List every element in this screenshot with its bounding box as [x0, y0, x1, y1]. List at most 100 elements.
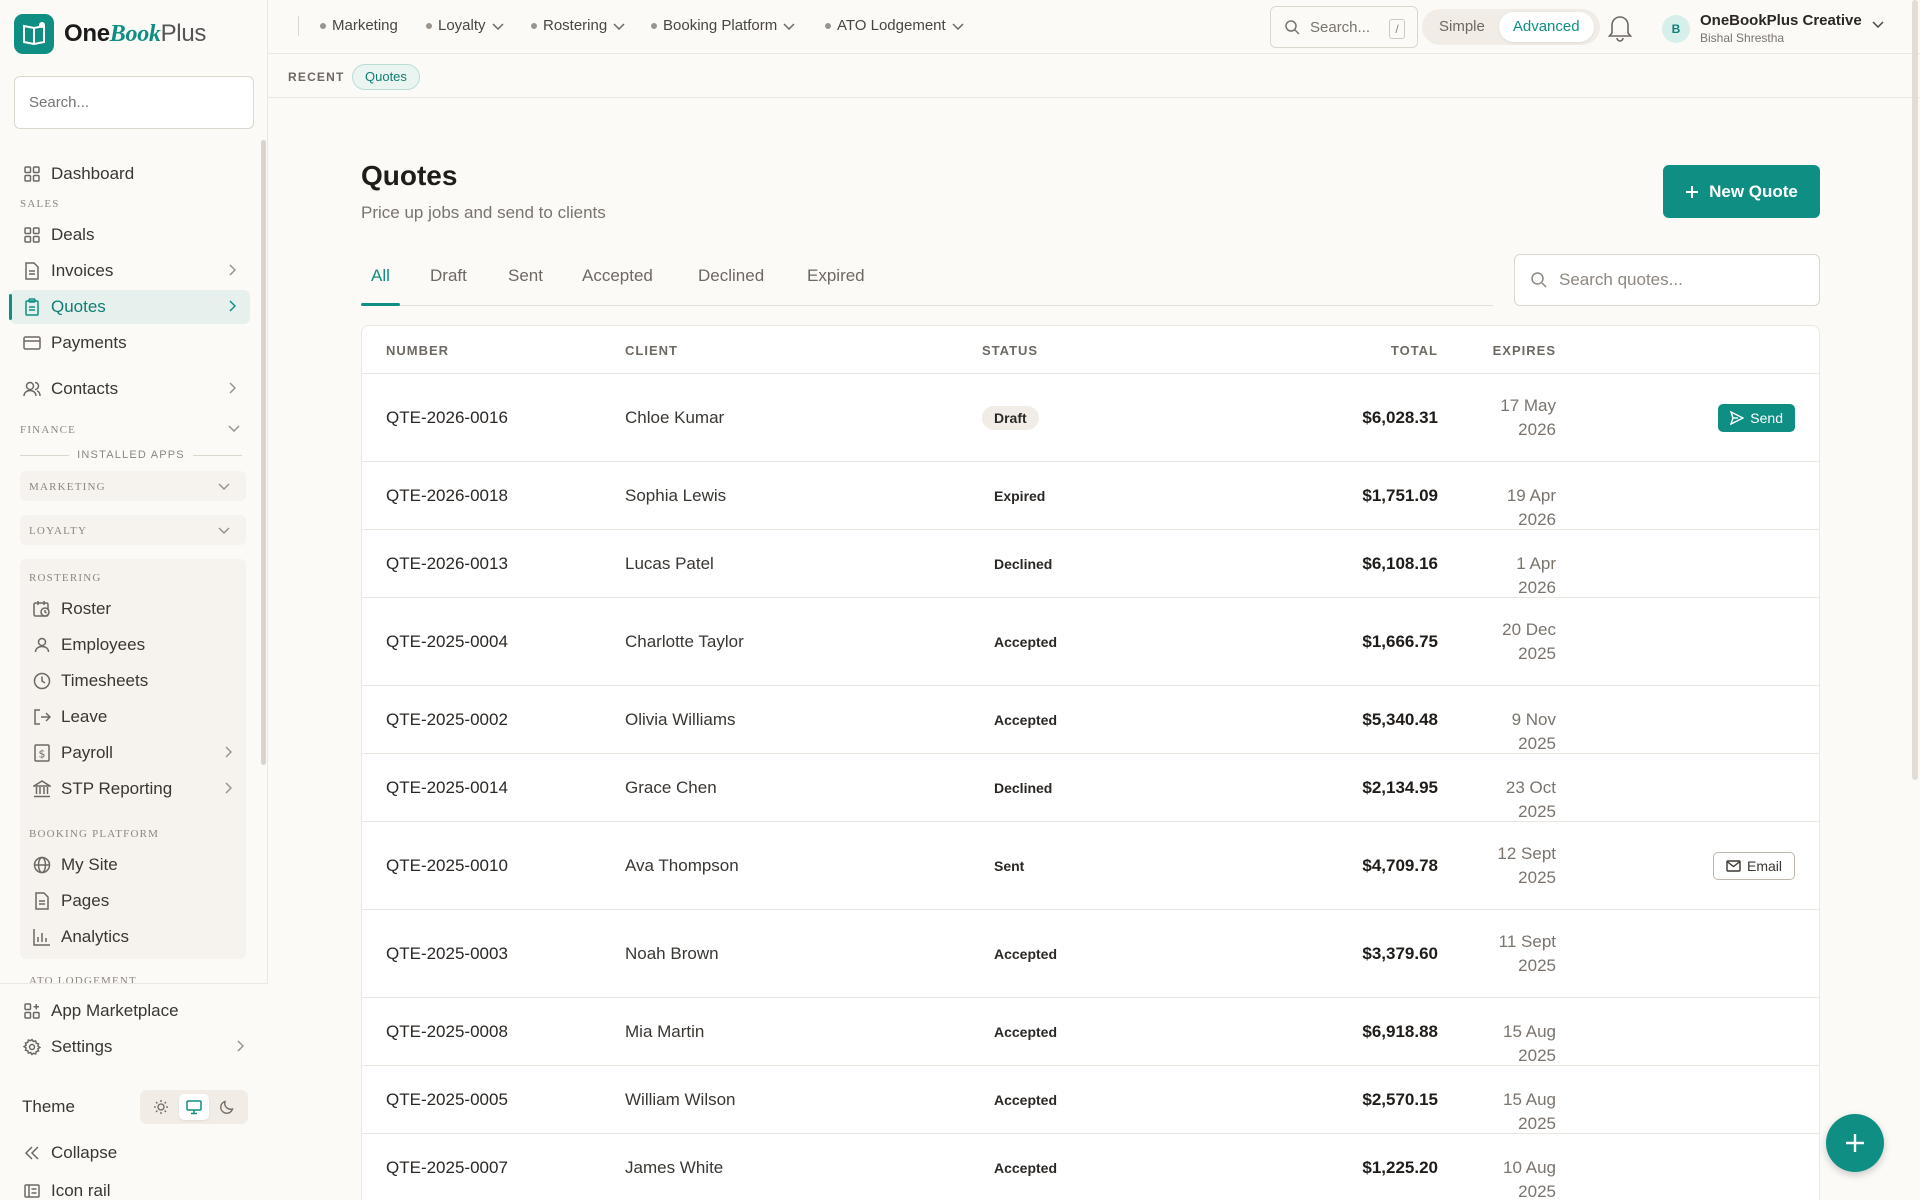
table-row[interactable]: QTE-2026-0016 Chloe Kumar Draft $6,028.31 17…: [362, 374, 1819, 462]
icon-rail-label: Icon rail: [51, 1181, 111, 1200]
icon-rail-button[interactable]: Icon rail: [10, 1174, 250, 1200]
quote-number: QTE-2025-0004: [386, 632, 508, 651]
tab-expired[interactable]: Expired: [807, 266, 865, 306]
mode-advanced-button[interactable]: Advanced: [1498, 12, 1594, 42]
tab-all[interactable]: All: [361, 266, 400, 306]
quote-number: QTE-2026-0016: [386, 408, 508, 427]
sidebar-item-analytics[interactable]: Analytics: [20, 920, 246, 954]
sidebar-search-input[interactable]: [14, 76, 254, 129]
app-link-booking-platform[interactable]: Booking Platform: [651, 17, 795, 34]
sidebar-item-label: Pages: [61, 891, 110, 910]
table-row[interactable]: QTE-2025-0005 William Wilson Accepted $2,57…: [362, 1066, 1819, 1134]
top-bar: Marketing Loyalty Rostering Booking Plat…: [268, 0, 1920, 54]
theme-dark-button[interactable]: [212, 1094, 242, 1120]
sidebar-item-my-site[interactable]: My Site: [20, 848, 246, 882]
sidebar-item-timesheets[interactable]: Timesheets: [20, 664, 246, 698]
sidebar-item-payments[interactable]: Payments: [10, 326, 250, 360]
sidebar-item-dashboard[interactable]: Dashboard: [10, 157, 250, 191]
app-link-rostering[interactable]: Rostering: [531, 17, 625, 34]
mode-toggle[interactable]: Simple Advanced: [1422, 9, 1600, 45]
app-link-ato-lodgement[interactable]: ATO Lodgement: [825, 17, 964, 34]
column-header-total[interactable]: TOTAL: [1391, 343, 1438, 358]
tab-sent[interactable]: Sent: [508, 266, 543, 306]
svg-text:$: $: [39, 748, 46, 761]
collapse-label: Collapse: [51, 1143, 118, 1162]
sidebar-item-pages[interactable]: Pages: [20, 884, 246, 918]
sidebar-item-quotes[interactable]: Quotes: [9, 290, 250, 324]
sidebar-item-deals[interactable]: Deals: [10, 218, 250, 252]
chevron-down-icon[interactable]: [218, 526, 230, 534]
table-row[interactable]: QTE-2025-0014 Grace Chen Declined $2,134.95…: [362, 754, 1819, 822]
finance-section-label[interactable]: FINANCE: [20, 424, 76, 436]
page-scrollbar[interactable]: [1912, 0, 1918, 780]
expiry-date: 20 Dec 2025: [1502, 620, 1556, 663]
dollar-document-icon: $: [32, 743, 52, 763]
column-header-client[interactable]: CLIENT: [625, 343, 678, 358]
quote-total: $4,709.78: [1362, 856, 1438, 875]
theme-toggle[interactable]: [140, 1090, 248, 1124]
client-name: Sophia Lewis: [625, 486, 727, 505]
chevron-down-icon: [952, 22, 964, 30]
moon-icon: [219, 1099, 235, 1115]
table-row[interactable]: QTE-2025-0002 Olivia Williams Accepted $5,3…: [362, 686, 1819, 754]
quote-number: QTE-2025-0014: [386, 778, 508, 797]
theme-system-button[interactable]: [178, 1094, 209, 1120]
sidebar-item-app-marketplace[interactable]: App Marketplace: [10, 994, 250, 1028]
sidebar-item-roster[interactable]: Roster: [20, 592, 246, 626]
app-link-loyalty[interactable]: Loyalty: [426, 17, 504, 34]
recent-bar: RECENT Quotes: [268, 54, 1920, 98]
tab-declined[interactable]: Declined: [698, 266, 764, 306]
sidebar-item-stp-reporting[interactable]: STP Reporting: [20, 772, 246, 806]
global-search-input[interactable]: Search... /: [1270, 6, 1418, 48]
loyalty-group-label[interactable]: LOYALTY: [29, 525, 87, 537]
sidebar-item-employees[interactable]: Employees: [20, 628, 246, 662]
quote-total: $1,666.75: [1362, 632, 1438, 651]
chevron-down-icon[interactable]: [228, 424, 240, 432]
brand-logo[interactable]: OneBookPlus: [14, 14, 206, 54]
status-badge: Accepted: [994, 946, 1058, 962]
new-quote-button[interactable]: New Quote: [1663, 165, 1820, 218]
column-header-expires[interactable]: EXPIRES: [1493, 343, 1556, 358]
client-name: Charlotte Taylor: [625, 632, 744, 651]
expiry-date: 17 May 2026: [1500, 396, 1556, 439]
tab-accepted[interactable]: Accepted: [582, 266, 653, 306]
collapse-button[interactable]: Collapse: [10, 1136, 250, 1170]
table-row[interactable]: QTE-2025-0007 James White Accepted $1,225.2…: [362, 1134, 1819, 1200]
table-row[interactable]: QTE-2025-0004 Charlotte Taylor Accepted $1,…: [362, 598, 1819, 686]
table-row[interactable]: QTE-2026-0013 Lucas Patel Declined $6,108.1…: [362, 530, 1819, 598]
marketing-group-label[interactable]: MARKETING: [29, 481, 106, 493]
table-row[interactable]: QTE-2025-0008 Mia Martin Accepted $6,918.88…: [362, 998, 1819, 1066]
page-title: Quotes: [361, 160, 458, 191]
quote-search-input[interactable]: Search quotes...: [1514, 254, 1820, 306]
mode-simple-button[interactable]: Simple: [1425, 12, 1499, 42]
table-row[interactable]: QTE-2026-0018 Sophia Lewis Expired $1,751.0…: [362, 462, 1819, 530]
client-name: Lucas Patel: [625, 554, 714, 573]
recent-label: RECENT: [288, 70, 345, 84]
sidebar-item-settings[interactable]: Settings: [10, 1030, 250, 1064]
user-icon: [32, 635, 52, 655]
theme-light-button[interactable]: [146, 1094, 176, 1120]
column-header-number[interactable]: NUMBER: [386, 343, 449, 358]
chevron-down-icon: [783, 22, 795, 30]
sidebar-item-contacts[interactable]: Contacts: [10, 372, 250, 406]
column-header-status[interactable]: STATUS: [982, 343, 1038, 358]
search-shortcut-key: /: [1389, 19, 1405, 39]
sidebar-item-invoices[interactable]: Invoices: [10, 254, 250, 288]
bell-icon[interactable]: [1606, 12, 1634, 42]
quote-total: $2,134.95: [1362, 778, 1438, 797]
app-link-marketing[interactable]: Marketing: [320, 17, 398, 34]
sidebar-item-payroll[interactable]: $ Payroll: [20, 736, 246, 770]
send-button[interactable]: Send: [1718, 404, 1795, 432]
recent-chip-quotes[interactable]: Quotes: [352, 64, 420, 90]
tab-draft[interactable]: Draft: [430, 266, 467, 306]
table-row[interactable]: QTE-2025-0003 Noah Brown Accepted $3,379.60…: [362, 910, 1819, 998]
account-switcher[interactable]: B OneBookPlus Creative Bishal Shrestha: [1662, 12, 1862, 45]
table-row[interactable]: QTE-2025-0010 Ava Thompson Sent $4,709.78 12…: [362, 822, 1819, 910]
status-badge: Accepted: [994, 1024, 1058, 1040]
add-fab-button[interactable]: [1826, 1114, 1884, 1172]
chevron-down-icon[interactable]: [1872, 20, 1884, 28]
sidebar-item-leave[interactable]: Leave: [20, 700, 246, 734]
email-button[interactable]: Email: [1712, 852, 1795, 880]
quote-total: $5,340.48: [1362, 710, 1438, 729]
chevron-down-icon[interactable]: [218, 482, 230, 490]
